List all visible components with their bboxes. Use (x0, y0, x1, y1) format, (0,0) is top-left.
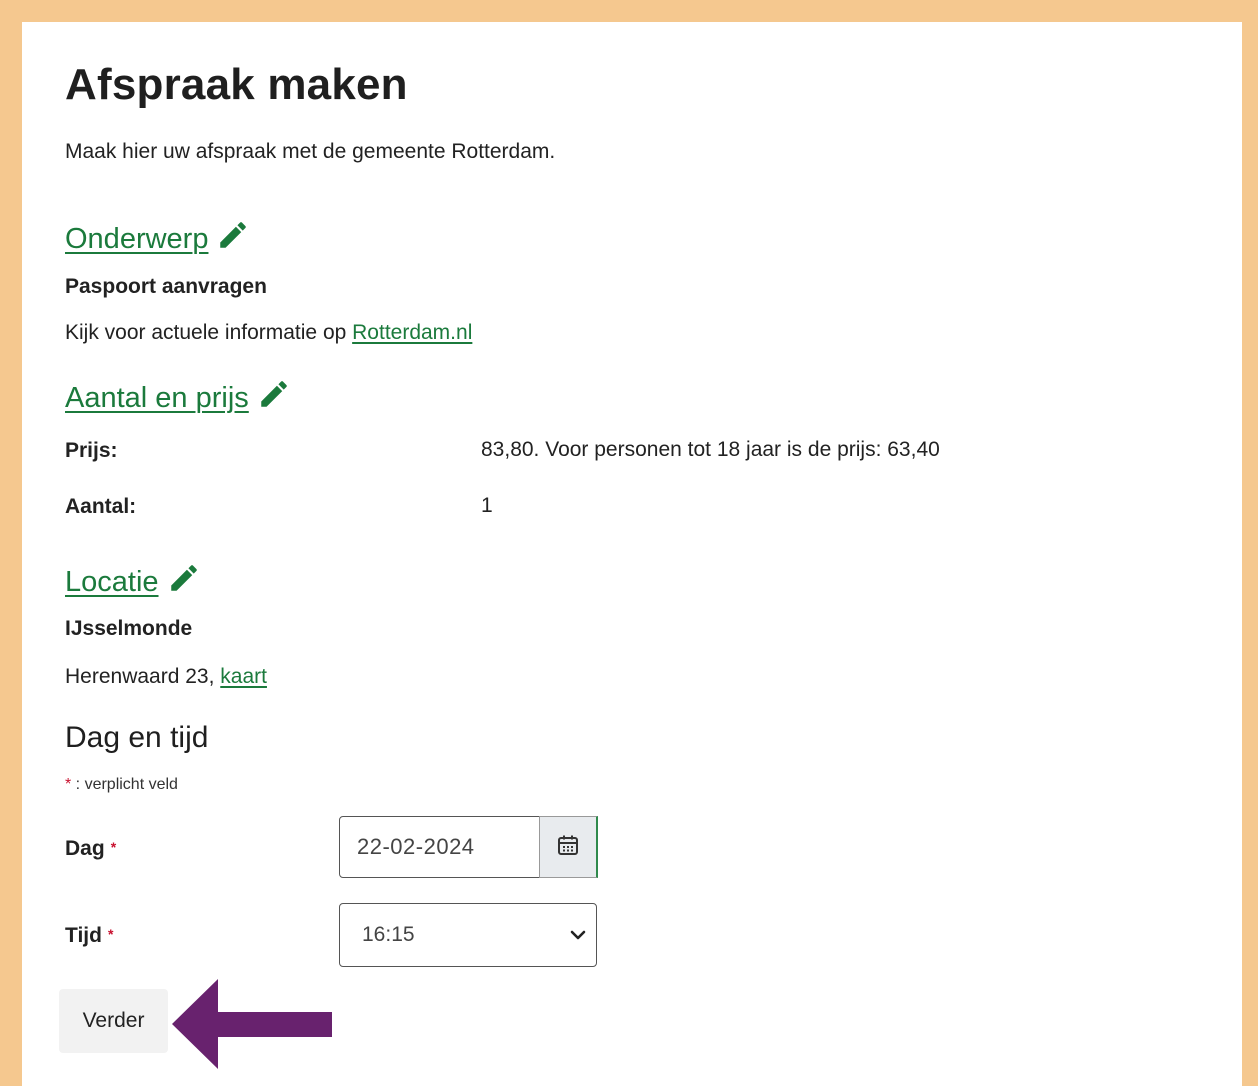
onderwerp-heading: Onderwerp (65, 222, 209, 255)
count-label: Aantal: (65, 495, 137, 518)
location-address: Herenwaard 23, kaart (65, 665, 267, 689)
pencil-icon (257, 377, 291, 419)
aantal-prijs-edit-link[interactable]: Aantal en prijs (65, 377, 291, 419)
date-value: 22-02-2024 (357, 834, 475, 859)
required-note-text: : verplicht veld (71, 776, 178, 793)
address-text: Herenwaard 23, (65, 665, 221, 688)
time-select[interactable]: 16:15 (339, 903, 597, 967)
onderwerp-edit-link[interactable]: Onderwerp (65, 218, 250, 260)
time-required-star: * (107, 926, 114, 942)
page-title: Afspraak maken (65, 60, 408, 109)
day-label: Dag * (65, 837, 116, 861)
aantal-prijs-heading: Aantal en prijs (65, 381, 249, 414)
calendar-icon (557, 834, 579, 861)
page-frame: Afspraak maken Maak hier uw afspraak met… (22, 22, 1242, 1086)
locatie-edit-link[interactable]: Locatie (65, 561, 201, 603)
location-name: IJsselmonde (65, 617, 193, 640)
day-label-text: Dag (65, 837, 105, 860)
calendar-button[interactable] (539, 816, 598, 878)
pencil-icon (216, 218, 250, 260)
map-link[interactable]: kaart (220, 665, 267, 688)
price-value: 83,80. Voor personen tot 18 jaar is de p… (481, 438, 940, 461)
rotterdam-link[interactable]: Rotterdam.nl (352, 321, 472, 344)
pencil-icon (167, 561, 201, 603)
time-value: 16:15 (362, 923, 415, 946)
dag-tijd-heading: Dag en tijd (65, 721, 209, 754)
subject-value: Paspoort aanvragen (65, 275, 267, 298)
count-value: 1 (481, 494, 493, 517)
time-label: Tijd * (65, 924, 113, 948)
chevron-down-icon (570, 928, 586, 946)
required-note: * : verplicht veld (65, 776, 178, 794)
arrow-left-annotation (172, 977, 334, 1076)
page-intro: Maak hier uw afspraak met de gemeente Ro… (65, 140, 556, 163)
info-text: Kijk voor actuele informatie op Rotterda… (65, 321, 472, 345)
time-label-text: Tijd (65, 924, 102, 947)
info-prefix: Kijk voor actuele informatie op (65, 321, 353, 344)
continue-button[interactable]: Verder (59, 989, 168, 1053)
day-required-star: * (110, 839, 117, 855)
locatie-heading: Locatie (65, 565, 159, 598)
price-label: Prijs: (65, 439, 118, 462)
